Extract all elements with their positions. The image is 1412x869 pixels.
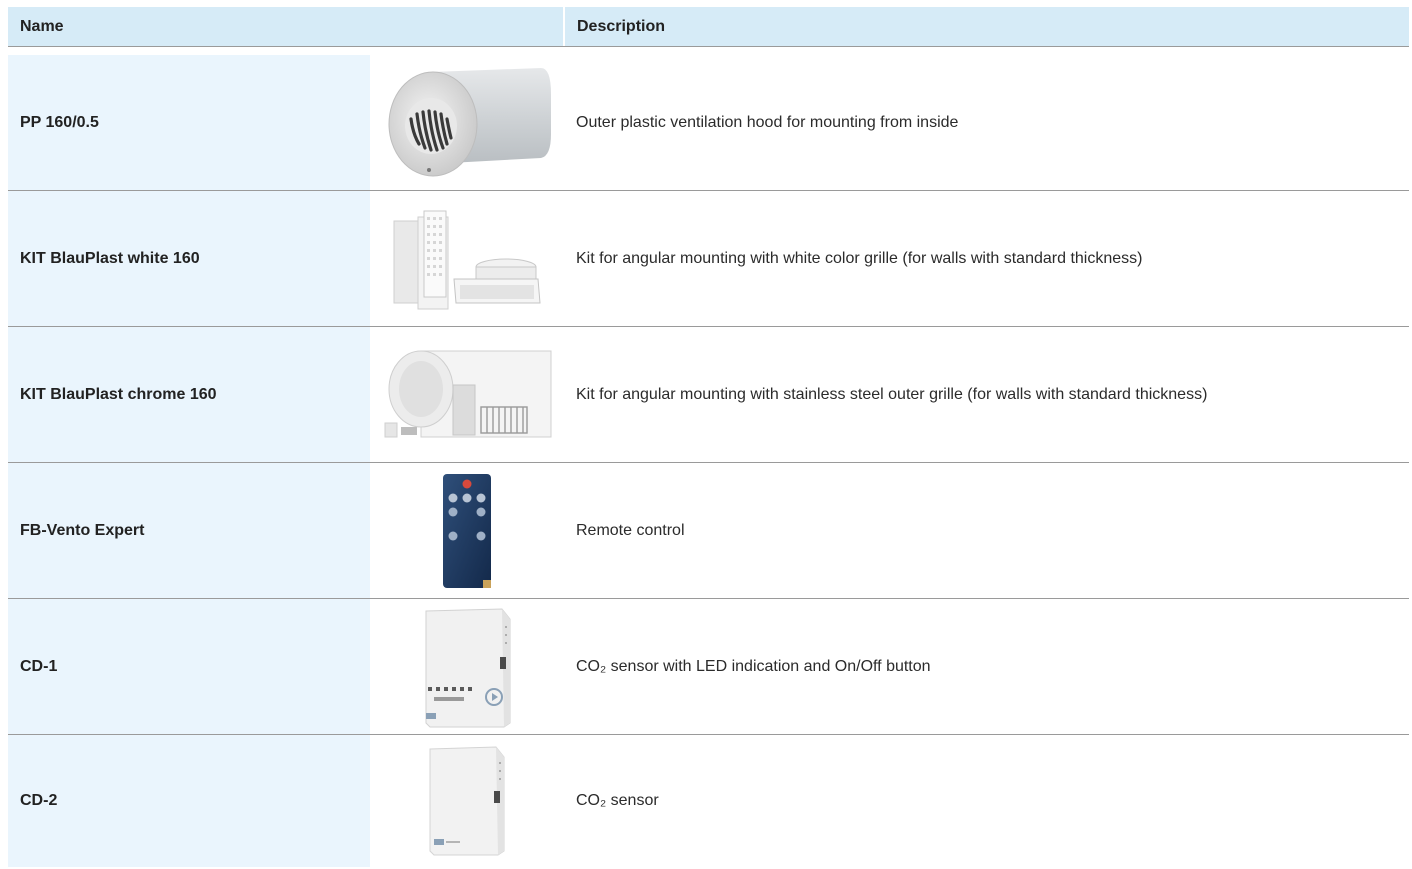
product-name: KIT BlauPlast chrome 160: [8, 327, 370, 462]
table-row: CD-2 CO₂ sensor: [8, 735, 1409, 867]
table-row: KIT BlauPlast white 160 Kit for angular …: [8, 191, 1409, 327]
header-description: Description: [565, 7, 1409, 46]
product-image-cell: [370, 191, 565, 326]
product-description: CO₂ sensor with LED indication and On/Of…: [576, 657, 931, 675]
product-image-cell: [370, 55, 565, 190]
product-name: CD-2: [8, 735, 370, 867]
table-header: Name Description: [8, 7, 1409, 47]
product-description: Remote control: [576, 521, 685, 539]
accessories-table: Name Description PP 160/0.5 Outer plasti…: [8, 7, 1409, 867]
product-name: PP 160/0.5: [8, 55, 370, 190]
product-image-cell: [370, 327, 565, 462]
chrome-kit-image: [384, 350, 551, 437]
co2-sensor-image: [429, 746, 504, 856]
product-name: FB-Vento Expert: [8, 463, 370, 598]
product-description: Kit for angular mounting with stainless …: [576, 385, 1208, 403]
product-description: CO₂ sensor: [576, 792, 659, 809]
product-image-cell: [370, 735, 565, 867]
table-row: CD-1 CO₂ sensor with LED indication and …: [8, 599, 1409, 735]
table-row: PP 160/0.5 Outer plastic ventilation hoo…: [8, 55, 1409, 191]
ventilation-hood-image: [388, 67, 551, 176]
product-name: CD-1: [8, 599, 370, 734]
product-image-cell: [370, 463, 565, 598]
product-image-cell: [370, 599, 565, 734]
product-name: KIT BlauPlast white 160: [8, 191, 370, 326]
table-row: KIT BlauPlast chrome 160 Kit for angular…: [8, 327, 1409, 463]
remote-control-image: [442, 473, 491, 588]
product-description: Kit for angular mounting with white colo…: [576, 249, 1143, 267]
table-row: FB-Vento Expert Remote control: [8, 463, 1409, 599]
product-description: Outer plastic ventilation hood for mount…: [576, 113, 959, 131]
header-name: Name: [8, 7, 563, 46]
white-kit-image: [393, 210, 541, 309]
co2-sensor-led-image: [425, 607, 510, 727]
